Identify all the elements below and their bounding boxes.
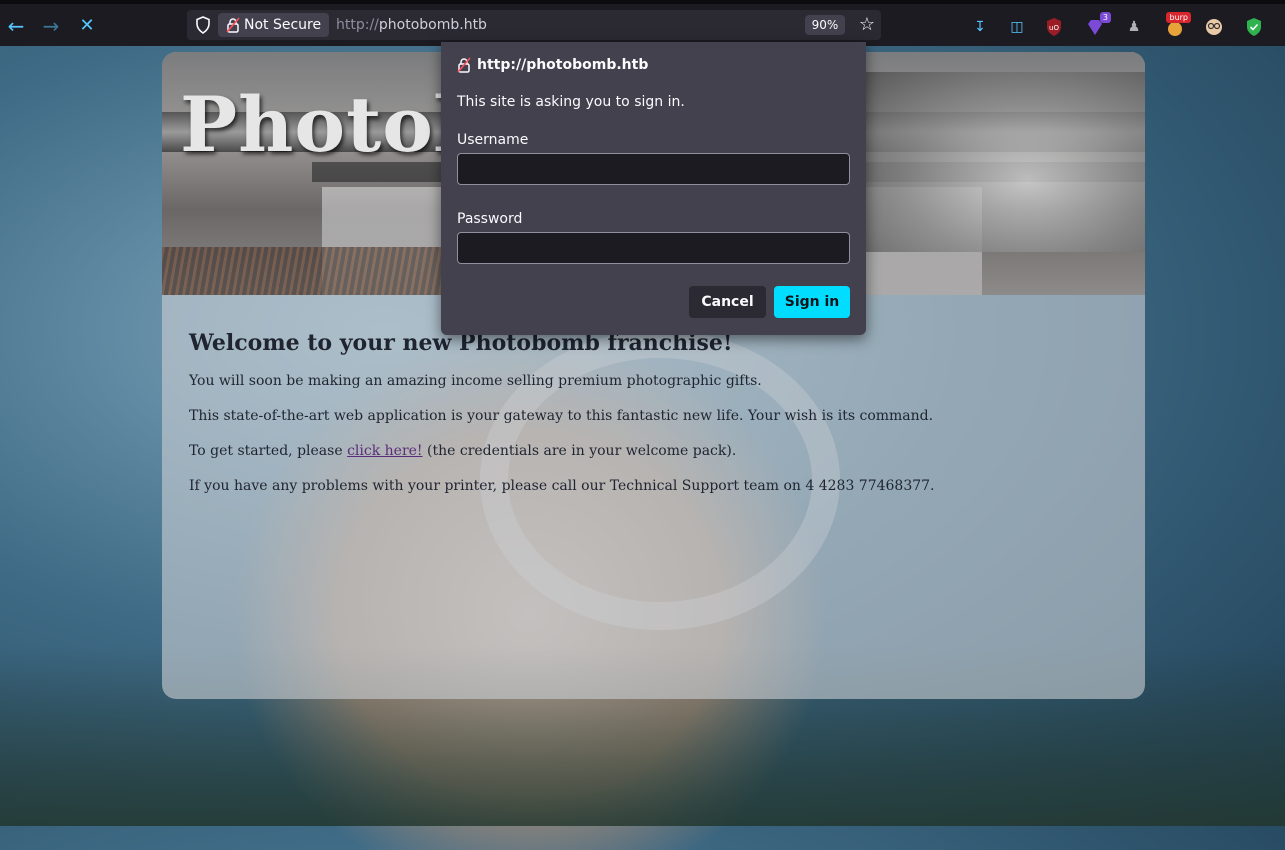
download-icon[interactable]: ↧	[970, 17, 990, 37]
username-label: Username	[457, 132, 529, 148]
not-secure-label: Not Secure	[244, 17, 322, 33]
intro-paragraph: You will soon be making an amazing incom…	[189, 373, 762, 389]
spy-extension-icon[interactable]: ♟	[1124, 17, 1144, 37]
url-text[interactable]: http://photobomb.htb	[336, 10, 487, 40]
shield-icon[interactable]	[195, 16, 211, 34]
gem-extension-icon[interactable]: 3	[1085, 12, 1111, 37]
main-content: Welcome to your new Photobomb franchise!…	[189, 330, 1119, 512]
dialog-origin-text: http://photobomb.htb	[477, 57, 649, 73]
url-host: photobomb.htb	[378, 17, 487, 33]
forward-arrow-icon[interactable]: →	[38, 13, 64, 39]
green-shield-extension-icon[interactable]	[1244, 17, 1264, 37]
glasses-face-extension-icon[interactable]	[1204, 17, 1224, 37]
cancel-button[interactable]: Cancel	[689, 286, 766, 318]
dialog-message: This site is asking you to sign in.	[457, 94, 685, 110]
extension-count-badge: 3	[1099, 12, 1111, 23]
sign-in-dialog: http://photobomb.htb This site is asking…	[441, 42, 866, 335]
zoom-level-button[interactable]: 90%	[805, 15, 845, 35]
sign-in-button[interactable]: Sign in	[774, 286, 850, 318]
url-scheme: http://	[336, 17, 379, 33]
get-started-paragraph: To get started, please click here! (the …	[189, 442, 1119, 460]
insecure-lock-icon	[226, 17, 240, 33]
password-label: Password	[457, 211, 523, 227]
password-field[interactable]	[457, 232, 850, 264]
username-field[interactable]	[457, 153, 850, 185]
support-paragraph: If you have any problems with your print…	[189, 478, 935, 494]
svg-text:uO: uO	[1049, 24, 1059, 32]
burp-badge: burp	[1166, 12, 1191, 23]
burp-extension-icon[interactable]: burp	[1165, 12, 1191, 37]
not-secure-badge[interactable]: Not Secure	[218, 13, 330, 37]
url-bar[interactable]: Not Secure http://photobomb.htb 90% ☆	[187, 10, 881, 40]
extensions-puzzle-icon[interactable]: ◫	[1007, 17, 1027, 37]
gateway-paragraph: This state-of-the-art web application is…	[189, 408, 934, 424]
hero-printer-machine	[852, 72, 1145, 252]
credentials-note: (the credentials are in your welcome pac…	[422, 443, 737, 459]
dialog-origin: http://photobomb.htb	[457, 57, 648, 73]
bookmark-star-icon[interactable]: ☆	[855, 13, 879, 37]
insecure-lock-icon	[457, 57, 471, 73]
get-started-text: To get started, please	[189, 443, 348, 459]
click-here-link[interactable]: click here!	[347, 443, 422, 459]
ublock-icon[interactable]: uO	[1044, 17, 1064, 37]
browser-toolbar: ← → ✕ Not Secure http://photobomb.htb 90…	[0, 0, 1285, 46]
back-arrow-icon[interactable]: ←	[3, 13, 29, 39]
stop-loading-icon[interactable]: ✕	[74, 13, 100, 39]
